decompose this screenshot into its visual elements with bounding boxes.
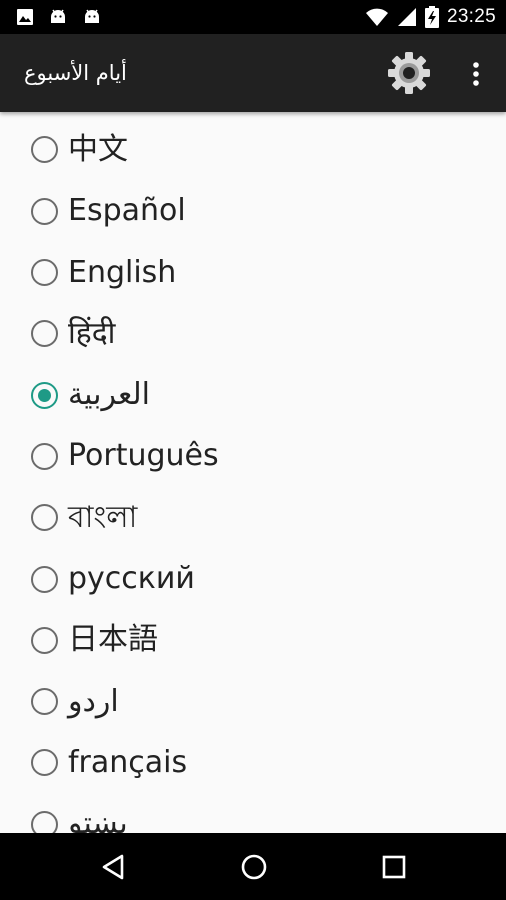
language-option[interactable]: français: [0, 732, 506, 793]
status-system: 23:25: [365, 6, 496, 28]
navigation-bar: [0, 833, 506, 900]
language-option[interactable]: 日本語: [0, 610, 506, 671]
wifi-icon: [365, 8, 388, 26]
battery-charging-icon: [424, 6, 439, 28]
radio-unchecked-icon[interactable]: [31, 320, 58, 348]
radio-unchecked-icon[interactable]: [31, 259, 58, 287]
radio-checked-icon[interactable]: [31, 381, 58, 409]
language-option[interactable]: Español: [0, 181, 506, 242]
recents-icon[interactable]: [378, 851, 410, 883]
language-label: English: [68, 254, 177, 290]
status-bar: 23:25: [0, 0, 506, 34]
language-option[interactable]: हिंदी: [0, 303, 506, 364]
radio-unchecked-icon[interactable]: [31, 136, 58, 164]
language-label: français: [68, 744, 188, 780]
android-icon: [51, 9, 65, 23]
language-option[interactable]: پښتو: [0, 794, 506, 833]
language-list: 中文 Español English हिंदी العربية Português বাং…: [0, 112, 506, 833]
radio-unchecked-icon[interactable]: [31, 688, 58, 716]
home-icon[interactable]: [238, 851, 270, 883]
language-option[interactable]: العربية: [0, 365, 506, 426]
language-option[interactable]: English: [0, 242, 506, 303]
language-option[interactable]: русский: [0, 548, 506, 609]
status-notifications: [16, 7, 102, 27]
cell-signal-icon: [397, 8, 416, 26]
more-vert-icon[interactable]: [458, 56, 494, 92]
app-toolbar: أيام الأسبوع: [0, 34, 506, 112]
android-icon: [85, 9, 99, 23]
language-label: 日本語: [68, 622, 158, 658]
language-label: हिंदी: [68, 315, 116, 351]
radio-unchecked-icon[interactable]: [31, 565, 58, 593]
language-label: বাংলা: [68, 499, 138, 535]
radio-unchecked-icon[interactable]: [31, 197, 58, 225]
language-option[interactable]: اردو: [0, 671, 506, 732]
language-label: 中文: [68, 131, 128, 167]
back-icon[interactable]: [98, 851, 130, 883]
language-option[interactable]: 中文: [0, 119, 506, 180]
language-label: русский: [68, 561, 195, 597]
radio-unchecked-icon[interactable]: [31, 626, 58, 654]
language-option[interactable]: বাংলা: [0, 487, 506, 548]
status-time: 23:25: [446, 6, 496, 27]
radio-unchecked-icon[interactable]: [31, 442, 58, 470]
language-label: Español: [68, 193, 186, 229]
language-label: اردو: [68, 683, 119, 719]
image-icon: [17, 9, 33, 25]
radio-unchecked-icon[interactable]: [31, 749, 58, 777]
page-title: أيام الأسبوع: [24, 61, 127, 85]
language-option[interactable]: Português: [0, 426, 506, 487]
language-label: Português: [68, 438, 219, 474]
gear-icon[interactable]: [386, 50, 432, 96]
radio-unchecked-icon[interactable]: [31, 810, 58, 833]
radio-unchecked-icon[interactable]: [31, 504, 58, 532]
language-label: العربية: [68, 377, 150, 413]
language-label: پښتو: [68, 806, 128, 833]
